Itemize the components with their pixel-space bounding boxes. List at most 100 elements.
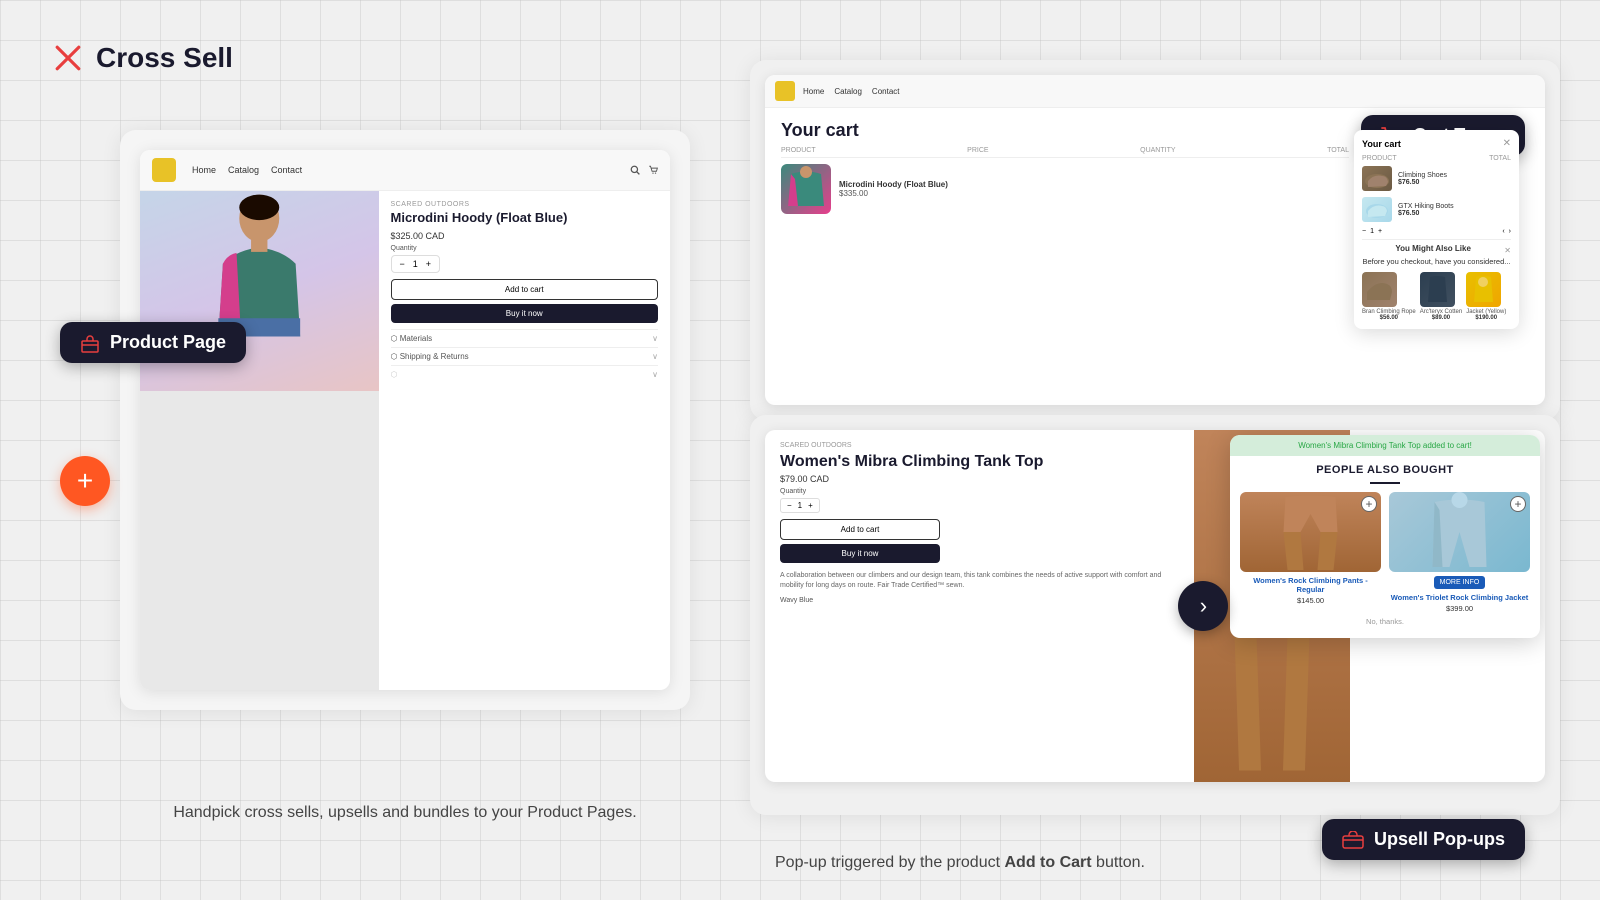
cart-item-name: Microdini Hoody (Float Blue) xyxy=(839,180,1349,189)
mini-item-info-2: GTX Hiking Boots $76.50 xyxy=(1398,203,1511,217)
accordion-other[interactable]: ⬡∨ xyxy=(391,365,659,383)
pb-qty-control[interactable]: − 1 + xyxy=(780,498,820,513)
popup-title: PEOPLE ALSO BOUGHT xyxy=(1240,464,1530,476)
mini-qty-val: 1 xyxy=(1370,228,1374,235)
popup-added-banner: Women's Mibra Climbing Tank Top added to… xyxy=(1230,435,1540,456)
popup-item-img-jacket: + xyxy=(1389,492,1530,572)
qty-control[interactable]: − 1 + xyxy=(391,255,441,273)
mini-item-price-1: $76.50 xyxy=(1398,179,1511,186)
caption-start: Pop-up triggered by the product xyxy=(775,854,1004,871)
also-like-close-icon[interactable]: ✕ xyxy=(1504,246,1511,255)
mini-cart-divider xyxy=(1362,239,1511,240)
product-price: $325.00 CAD xyxy=(391,231,659,241)
mini-rec-price-3: $190.00 xyxy=(1466,315,1506,321)
nav-contact[interactable]: Contact xyxy=(271,165,302,175)
pb-color: Wavy Blue xyxy=(780,597,1179,604)
cart-item-thumb xyxy=(781,164,831,214)
mini-rec-items: Bran Climbing Rope $56.00 Arc'teryx Cott… xyxy=(1362,272,1511,321)
logo-icon xyxy=(50,40,86,76)
mini-rec-img-3 xyxy=(1466,272,1501,307)
mini-item-name-2: GTX Hiking Boots xyxy=(1398,203,1511,210)
mini-item-price-2: $76.50 xyxy=(1398,210,1511,217)
popup-items: + Women's Rock Climbing Pants - Regular … xyxy=(1240,492,1530,613)
nav-icons xyxy=(630,165,658,175)
pb-price: $79.00 CAD xyxy=(780,474,1179,484)
nav-home[interactable]: Home xyxy=(192,165,216,175)
mini-cart: Your cart ✕ PRODUCTTOTAL Climbing Shoes … xyxy=(1354,130,1519,329)
buy-now-button[interactable]: Buy it now xyxy=(391,304,659,323)
popup-item-name-pants: Women's Rock Climbing Pants - Regular xyxy=(1240,576,1381,594)
no-thanks-link[interactable]: No, thanks. xyxy=(1240,613,1530,630)
popup-item-pants: + Women's Rock Climbing Pants - Regular … xyxy=(1240,492,1381,613)
popup-item-plus-jacket[interactable]: + xyxy=(1510,496,1526,512)
mini-qty-arrow-next[interactable]: › xyxy=(1509,228,1511,235)
upsell-icon xyxy=(1342,831,1364,849)
brand-name: Cross Sell xyxy=(96,42,233,74)
nav-catalog[interactable]: Catalog xyxy=(228,165,259,175)
popup-item-price-jacket: $399.00 xyxy=(1389,604,1530,613)
product-brand: SCARED OUTDOORS xyxy=(391,201,659,208)
product-page-badge: Product Page xyxy=(60,322,246,363)
popup-item-jacket: + MORE INFO Women's Triolet Rock Climbin… xyxy=(1389,492,1530,613)
caption-bold: Add to Cart xyxy=(1004,854,1091,871)
mini-qty-plus[interactable]: + xyxy=(1378,228,1382,235)
mini-item-info-1: Climbing Shoes $76.50 xyxy=(1398,172,1511,186)
pb-description: A collaboration between our climbers and… xyxy=(780,571,1179,591)
popup-item-price-pants: $145.00 xyxy=(1240,596,1381,605)
pb-qty-minus[interactable]: − xyxy=(787,501,792,510)
popup-people-also: PEOPLE ALSO BOUGHT + Women' xyxy=(1230,456,1540,638)
cart-nav-contact[interactable]: Contact xyxy=(872,87,900,96)
cart-item-row: Microdini Hoody (Float Blue) $335.00 xyxy=(781,164,1349,214)
mini-qty-controls: − 1 + ‹ › xyxy=(1362,228,1511,235)
search-icon[interactable] xyxy=(630,165,640,175)
plus-button-left[interactable]: + xyxy=(60,456,110,506)
right-bottom-caption: Pop-up triggered by the product Add to C… xyxy=(775,854,1145,872)
before-checkout-text: Before you checkout, have you considered… xyxy=(1362,257,1511,266)
product-page-label: Product Page xyxy=(110,332,226,353)
popup-item-name-jacket: Women's Triolet Rock Climbing Jacket xyxy=(1389,593,1530,602)
cart-store-logo xyxy=(775,81,795,101)
left-panel-caption: Handpick cross sells, upsells and bundle… xyxy=(120,804,690,822)
qty-plus[interactable]: + xyxy=(426,259,431,269)
mini-cart-title: Your cart xyxy=(1362,139,1401,149)
mini-rec-3: Jacket (Yellow) $190.00 xyxy=(1466,272,1506,321)
upsell-badge: Upsell Pop-ups xyxy=(1322,819,1525,860)
mini-cart-close-icon[interactable]: ✕ xyxy=(1503,138,1511,149)
mini-rec-1: Bran Climbing Rope $56.00 xyxy=(1362,272,1416,321)
qty-label: Quantity xyxy=(391,245,659,252)
cart-item-price: $335.00 xyxy=(839,189,1349,198)
also-like-row: You Might Also Like ✕ xyxy=(1362,244,1511,257)
mini-rec-img-1 xyxy=(1362,272,1397,307)
cart-icon[interactable] xyxy=(648,165,658,175)
mini-cart-header: Your cart ✕ xyxy=(1362,138,1511,149)
cart-nav-catalog[interactable]: Catalog xyxy=(834,87,862,96)
product-image-area xyxy=(140,191,379,690)
qty-minus[interactable]: − xyxy=(400,259,405,269)
mini-qty-minus[interactable]: − xyxy=(1362,228,1366,235)
pb-product-info: SCARED OUTDOORS Women's Mibra Climbing T… xyxy=(765,430,1194,782)
pb-add-to-cart[interactable]: Add to cart xyxy=(780,519,940,540)
popup-overlay: Women's Mibra Climbing Tank Top added to… xyxy=(1230,435,1540,638)
cart-nav: Home Catalog Contact xyxy=(765,75,1545,108)
product-browser: Home Catalog Contact xyxy=(140,150,670,690)
arrow-next-button[interactable]: › xyxy=(1178,581,1228,631)
accordion-shipping[interactable]: ⬡ Shipping & Returns∨ xyxy=(391,347,659,365)
pb-qty-label: Quantity xyxy=(780,488,1179,495)
box-icon xyxy=(80,333,100,353)
upsell-label: Upsell Pop-ups xyxy=(1374,829,1505,850)
product-area: SCARED OUTDOORS Microdini Hoody (Float B… xyxy=(140,191,670,690)
mini-qty-arrow-prev[interactable]: ‹ xyxy=(1502,228,1504,235)
cart-nav-home[interactable]: Home xyxy=(803,87,824,96)
pb-qty-plus[interactable]: + xyxy=(808,501,813,510)
left-panel: Home Catalog Contact xyxy=(120,130,690,710)
popup-item-more-info[interactable]: MORE INFO xyxy=(1434,576,1486,589)
accordion-materials[interactable]: ⬡ Materials∨ xyxy=(391,329,659,347)
app-header: Cross Sell xyxy=(50,40,233,76)
product-browser-bottom: SCARED OUTDOORS Women's Mibra Climbing T… xyxy=(765,430,1545,782)
popup-item-plus-pants[interactable]: + xyxy=(1361,496,1377,512)
add-to-cart-button[interactable]: Add to cart xyxy=(391,279,659,300)
popup-title-underline xyxy=(1370,482,1400,484)
pb-buy-now[interactable]: Buy it now xyxy=(780,544,940,563)
store-logo xyxy=(152,158,176,182)
mini-rec-price-2: $89.00 xyxy=(1420,315,1463,321)
